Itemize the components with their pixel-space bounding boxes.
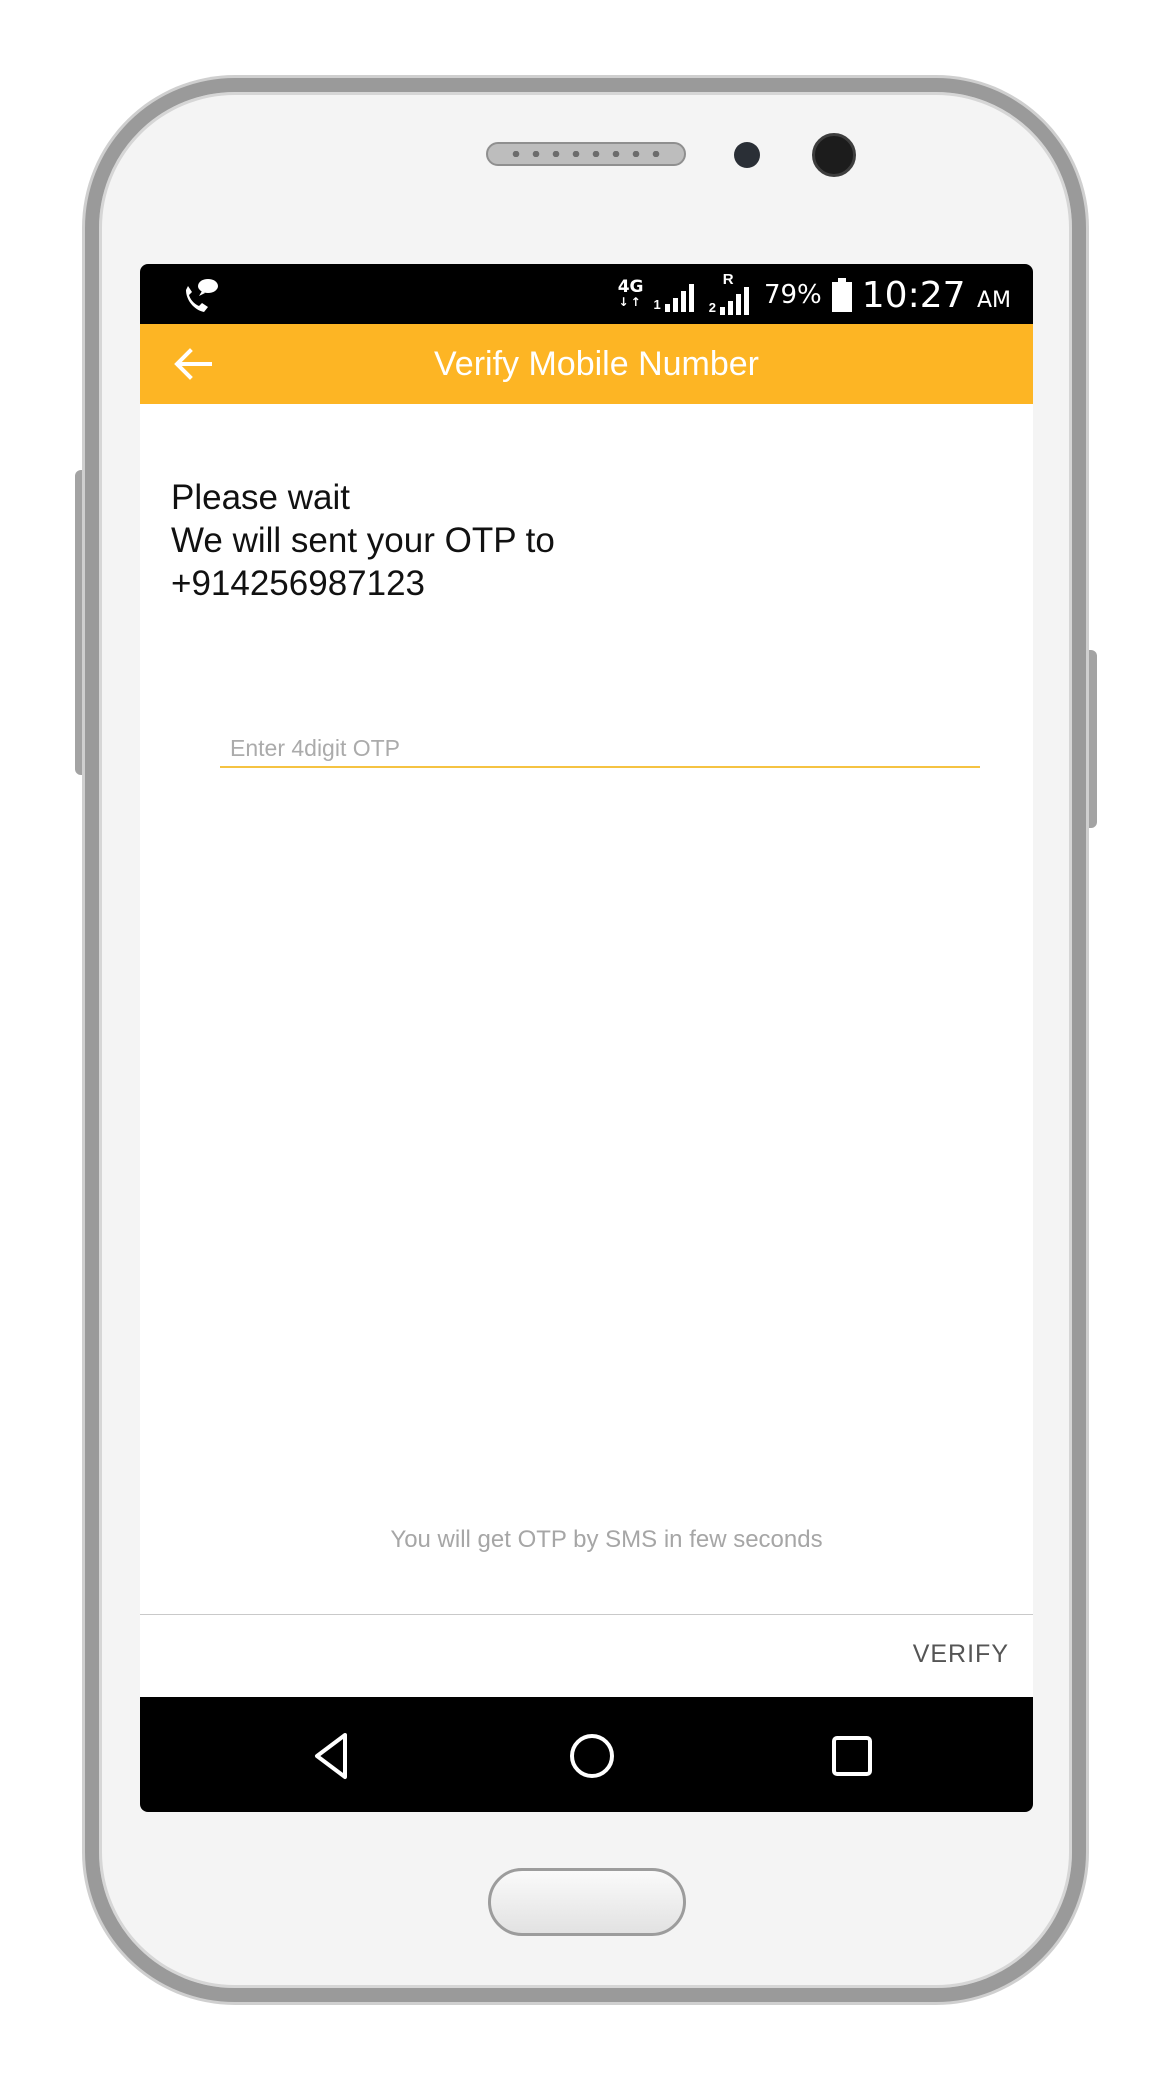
battery-icon xyxy=(831,278,852,312)
network-type-indicator: 4G ↓↑ xyxy=(617,277,644,310)
home-circle-icon[interactable] xyxy=(565,1729,619,1783)
signal-bars-icon xyxy=(719,287,749,315)
recents-square-icon[interactable] xyxy=(825,1729,879,1783)
status-bar: 4G ↓↑ 1 R 2 79% 10:27 AM xyxy=(140,264,1033,324)
phone-number: +914256987123 xyxy=(171,564,426,603)
earpiece-speaker xyxy=(486,142,686,166)
message-line-wait: Please wait xyxy=(171,478,350,517)
network-type: 4G xyxy=(617,277,644,297)
hardware-home-button[interactable] xyxy=(488,1868,686,1936)
page-title: Verify Mobile Number xyxy=(433,345,759,383)
otp-message: Please wait We will sent your OTP to +91… xyxy=(171,476,555,605)
front-camera xyxy=(812,133,856,177)
call-forward-icon xyxy=(186,279,218,312)
proximity-sensor xyxy=(734,142,760,168)
sim1-label: 1 xyxy=(653,297,661,312)
battery-percent: 79% xyxy=(763,280,822,310)
back-triangle-icon[interactable] xyxy=(305,1729,359,1783)
arrow-left-icon[interactable] xyxy=(170,342,214,386)
otp-input[interactable] xyxy=(220,730,980,768)
clock: 10:27 AM xyxy=(862,275,1011,316)
roaming-label: R xyxy=(722,271,734,288)
clock-period: AM xyxy=(976,287,1011,313)
app-bar: Verify Mobile Number xyxy=(140,324,1033,404)
clock-time: 10:27 xyxy=(861,274,966,316)
signal-sim2: R 2 xyxy=(708,271,754,315)
signal-bars-icon xyxy=(664,284,694,312)
phone-screen: 4G ↓↑ 1 R 2 79% 10:27 AM Verify Mobile N… xyxy=(140,264,1033,1812)
verify-button[interactable]: VERIFY xyxy=(913,1640,1009,1669)
message-line-info: We will sent your OTP to xyxy=(171,521,555,560)
navigation-bar xyxy=(140,1697,1033,1812)
sim2-label: 2 xyxy=(708,300,716,315)
sms-hint: You will get OTP by SMS in few seconds xyxy=(390,1526,823,1553)
footer-divider xyxy=(140,1614,1033,1615)
signal-sim1: 1 xyxy=(654,278,699,312)
